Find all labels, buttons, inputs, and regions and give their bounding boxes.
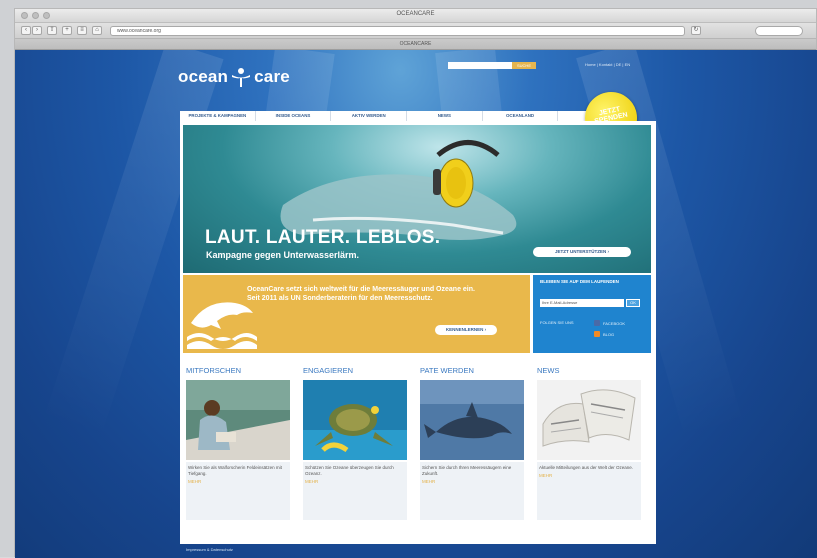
- section-heading[interactable]: ENGAGIEREN: [303, 364, 409, 380]
- screen: OCEANCARE ‹ › ⇧ + ≡ ⌂ www.oceancare.org …: [0, 0, 817, 558]
- blog-icon: [594, 331, 600, 337]
- section-caption: Schützen Sie Ozeane überzeugen Sie durch…: [303, 462, 407, 520]
- site-search-input[interactable]: [448, 62, 512, 69]
- facebook-icon: [594, 320, 600, 326]
- section-more-link[interactable]: MEHR: [305, 479, 405, 485]
- promo-text: OceanCare setzt sich weltweit für die Me…: [247, 286, 475, 302]
- blog-label: BLOG: [603, 331, 615, 337]
- tab-bar: OCEANCARE: [15, 39, 816, 50]
- home-icon[interactable]: ⌂: [92, 26, 102, 35]
- section-caption: Sichern Sie durch Ihren Meeressäugern ei…: [420, 462, 524, 520]
- browser-window: OCEANCARE ‹ › ⇧ + ≡ ⌂ www.oceancare.org …: [14, 8, 817, 558]
- section-news[interactable]: NEWS Aktuelle Mitteilungen aus der Welt …: [537, 364, 643, 520]
- title-bar: OCEANCARE: [15, 9, 816, 23]
- logo-figure-icon: [232, 68, 251, 87]
- address-bar[interactable]: www.oceancare.org: [110, 26, 685, 36]
- newsletter-box: BLEIBEN SIE AUF DEM LAUFENDEN Ihre E-Mai…: [533, 275, 651, 353]
- back-icon[interactable]: ‹: [21, 26, 31, 35]
- logo-word-care: care: [254, 67, 290, 86]
- logo-word-ocean: ocean: [178, 67, 229, 86]
- window-title: OCEANCARE: [396, 11, 435, 17]
- tab-active[interactable]: OCEANCARE: [15, 41, 816, 47]
- footer-links[interactable]: Impressum & Datenschutz: [180, 544, 656, 558]
- follow-label: FOLGEN SIE UNS: [540, 320, 574, 325]
- newsletter-submit-button[interactable]: OK: [626, 299, 640, 307]
- turtle-photo-icon[interactable]: [303, 380, 407, 460]
- section-mitforschen[interactable]: MITFORSCHEN Wirken Sie als Walforscherin…: [186, 364, 292, 520]
- newspaper-photo-icon[interactable]: [537, 380, 641, 460]
- section-more-link[interactable]: MEHR: [539, 473, 639, 479]
- reload-icon[interactable]: ↻: [691, 26, 701, 35]
- dolphin-photo-icon[interactable]: [420, 380, 524, 460]
- hero-banner[interactable]: LAUT. LAUTER. LEBLOS. Kampagne gegen Unt…: [183, 125, 651, 273]
- section-engagieren[interactable]: ENGAGIEREN Schützen Sie Ozeane überzeuge…: [303, 364, 409, 520]
- section-caption: Aktuelle Mitteilungen aus der Welt der O…: [537, 462, 641, 520]
- section-caption-text: Sichern Sie durch Ihren Meeressäugern ei…: [422, 465, 512, 476]
- nav-item-inside-oceans[interactable]: INSIDE OCEANS: [256, 111, 332, 121]
- section-caption-text: Wirken Sie als Walforscherin Feldeinsätz…: [188, 465, 282, 476]
- nav-item-projekte[interactable]: PROJEKTE & KAMPAGNEN: [180, 111, 256, 121]
- forward-icon[interactable]: ›: [32, 26, 42, 35]
- section-heading[interactable]: NEWS: [537, 364, 643, 380]
- nav-item-oceanland[interactable]: OCEANLAND: [483, 111, 559, 121]
- section-pate-werden[interactable]: PATE WERDEN Sichern Sie durch Ihren Meer…: [420, 364, 526, 520]
- hero-subtitle: Kampagne gegen Unterwasserlärm.: [206, 250, 360, 260]
- content-panel: LAUT. LAUTER. LEBLOS. Kampagne gegen Unt…: [180, 121, 656, 544]
- hero-support-button[interactable]: JETZT UNTERSTÜTZEN ›: [533, 247, 631, 257]
- section-heading[interactable]: MITFORSCHEN: [186, 364, 292, 380]
- share-icon[interactable]: ⇧: [47, 26, 57, 35]
- browser-toolbar: ‹ › ⇧ + ≡ ⌂ www.oceancare.org ↻: [15, 23, 816, 39]
- feature-sections: MITFORSCHEN Wirken Sie als Walforscherin…: [183, 364, 651, 544]
- newsletter-title: BLEIBEN SIE AUF DEM LAUFENDEN: [540, 279, 619, 284]
- oceancare-logo[interactable]: ocean care: [178, 66, 290, 88]
- about-promo: OceanCare setzt sich weltweit für die Me…: [183, 275, 530, 353]
- site-search-button[interactable]: SUCHE: [512, 62, 536, 69]
- reader-icon[interactable]: ≡: [77, 26, 87, 35]
- language-links[interactable]: Home | Kontakt | DE | EN: [585, 62, 630, 67]
- browser-search-input[interactable]: [755, 26, 803, 36]
- section-caption: Wirken Sie als Walforscherin Feldeinsätz…: [186, 462, 290, 520]
- section-caption-text: Aktuelle Mitteilungen aus der Welt der O…: [539, 465, 633, 470]
- promo-learn-more-button[interactable]: KENNENLERNEN ›: [435, 325, 497, 335]
- newsletter-email-input[interactable]: Ihre E-Mail-Adresse: [540, 299, 624, 307]
- section-more-link[interactable]: MEHR: [422, 479, 522, 485]
- nav-item-aktiv-werden[interactable]: AKTIV WERDEN: [331, 111, 408, 121]
- hero-title: LAUT. LAUTER. LEBLOS.: [205, 227, 441, 248]
- bookmarks-icon[interactable]: +: [62, 26, 72, 35]
- section-more-link[interactable]: MEHR: [188, 479, 288, 485]
- blog-link[interactable]: BLOG: [594, 331, 614, 337]
- section-heading[interactable]: PATE WERDEN: [420, 364, 526, 380]
- nav-item-news[interactable]: NEWS: [407, 111, 483, 121]
- facebook-link[interactable]: FACEBOOK: [594, 320, 625, 326]
- main-navigation: PROJEKTE & KAMPAGNEN INSIDE OCEANS AKTIV…: [180, 111, 633, 121]
- web-page: ocean care SUCHE Home | Kontakt | DE | E…: [15, 50, 817, 558]
- facebook-label: FACEBOOK: [603, 320, 626, 326]
- section-caption-text: Schützen Sie Ozeane überzeugen Sie durch…: [305, 465, 394, 476]
- research-photo-icon[interactable]: [186, 380, 290, 460]
